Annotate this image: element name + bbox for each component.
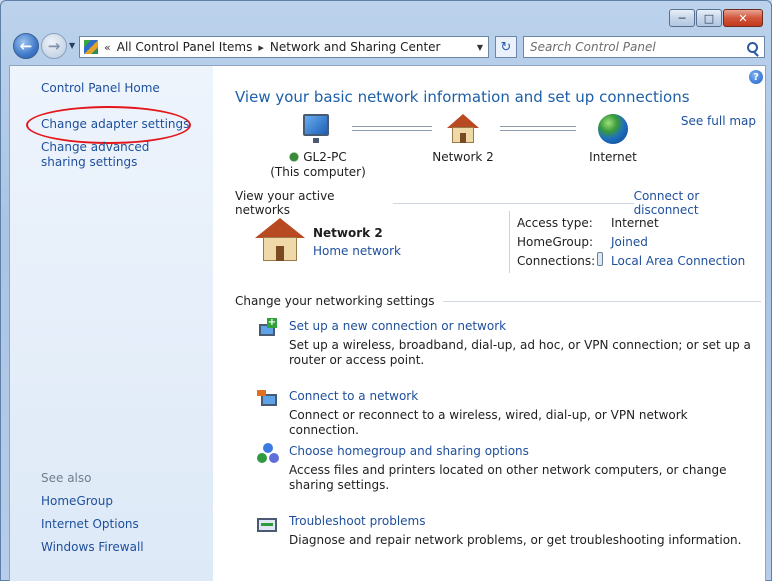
page-title: View your basic network information and … xyxy=(235,88,690,106)
sidebar: Control Panel Home Change adapter settin… xyxy=(10,66,213,581)
homegroup-icon xyxy=(257,443,279,465)
computer-subtitle: (This computer) xyxy=(270,165,366,179)
vertical-divider xyxy=(509,211,510,273)
breadcrumb-network-and-sharing-center[interactable]: Network and Sharing Center xyxy=(270,40,441,54)
house-icon xyxy=(447,114,481,144)
globe-icon xyxy=(598,114,628,144)
network-node-label: Network 2 xyxy=(432,150,494,164)
caption-buttons: ─ □ ✕ xyxy=(669,9,763,27)
breadcrumb-all-control-panel-items[interactable]: All Control Panel Items xyxy=(117,40,253,54)
help-icon[interactable]: ? xyxy=(749,70,763,84)
map-connector-line xyxy=(352,126,432,131)
see-also-label: See also xyxy=(41,471,92,485)
internet-options-link[interactable]: Internet Options xyxy=(41,517,139,532)
connect-network-icon xyxy=(257,388,279,410)
computer-icon xyxy=(303,114,329,136)
breadcrumb-overflow[interactable]: « xyxy=(104,41,111,54)
new-connection-icon: + xyxy=(257,318,279,340)
set-up-connection-description: Set up a wireless, broadband, dial-up, a… xyxy=(289,338,751,367)
computer-name: GL2-PC xyxy=(289,150,347,165)
computer-label-block: GL2-PC (This computer) xyxy=(263,150,373,180)
address-bar[interactable]: « All Control Panel Items ▸ Network and … xyxy=(79,36,489,58)
minimize-button[interactable]: ─ xyxy=(669,9,695,27)
troubleshoot-link[interactable]: Troubleshoot problems xyxy=(289,514,425,528)
homegroup-sharing-link[interactable]: Choose homegroup and sharing options xyxy=(289,444,529,458)
search-box xyxy=(523,36,765,58)
search-icon[interactable] xyxy=(747,41,758,53)
local-area-connection-link[interactable]: Local Area Connection xyxy=(611,254,745,268)
refresh-button[interactable]: ↻ xyxy=(495,36,517,58)
address-dropdown-icon[interactable]: ▼ xyxy=(472,43,488,52)
connect-to-network-link[interactable]: Connect to a network xyxy=(289,389,418,403)
content-area: Control Panel Home Change adapter settin… xyxy=(9,65,766,581)
connect-or-disconnect-link[interactable]: Connect or disconnect xyxy=(634,189,761,217)
ethernet-icon xyxy=(597,252,603,266)
change-adapter-settings-link[interactable]: Change adapter settings xyxy=(41,117,189,132)
access-type-label: Access type: xyxy=(517,216,593,230)
divider xyxy=(393,202,634,204)
homegroup-joined-link[interactable]: Joined xyxy=(611,235,648,249)
home-network-icon xyxy=(255,218,305,262)
search-input[interactable] xyxy=(530,40,730,54)
close-button[interactable]: ✕ xyxy=(723,9,763,27)
maximize-button[interactable]: □ xyxy=(696,9,722,27)
see-full-map-link[interactable]: See full map xyxy=(681,114,756,128)
windows-firewall-link[interactable]: Windows Firewall xyxy=(41,540,144,555)
troubleshoot-description: Diagnose and repair network problems, or… xyxy=(289,533,742,547)
back-button[interactable]: ← xyxy=(13,33,39,59)
computer-stand xyxy=(313,138,319,143)
forward-button[interactable]: → xyxy=(41,33,67,59)
active-networks-header: View your active networks Connect or dis… xyxy=(235,189,761,217)
main-panel: ? View your basic network information an… xyxy=(213,66,765,581)
map-connector-line xyxy=(500,126,576,131)
connections-label: Connections: xyxy=(517,254,596,268)
set-up-connection-link[interactable]: Set up a new connection or network xyxy=(289,319,506,333)
recent-pages-dropdown-icon[interactable]: ▼ xyxy=(69,41,75,50)
connect-to-network-description: Connect or reconnect to a wireless, wire… xyxy=(289,408,688,437)
map-network-node[interactable]: Network 2 xyxy=(423,114,503,174)
access-type-value: Internet xyxy=(611,216,659,230)
breadcrumb-separator-icon[interactable]: ▸ xyxy=(258,41,264,54)
homegroup-link[interactable]: HomeGroup xyxy=(41,494,113,509)
troubleshoot-icon xyxy=(257,514,279,536)
window-frame: ─ □ ✕ ← → ▼ « All Control Panel Items ▸ … xyxy=(0,0,772,581)
map-computer-node[interactable]: GL2-PC (This computer) xyxy=(263,114,373,184)
control-panel-icon xyxy=(84,40,98,54)
navigation-bar: ← → ▼ « All Control Panel Items ▸ Networ… xyxy=(9,33,765,63)
networking-settings-header: Change your networking settings xyxy=(235,294,761,308)
active-networks-label: View your active networks xyxy=(235,189,335,217)
internet-label: Internet xyxy=(589,150,637,164)
networking-settings-label: Change your networking settings xyxy=(235,294,435,308)
divider xyxy=(442,300,761,302)
change-advanced-sharing-settings-link[interactable]: Change advanced sharing settings xyxy=(41,140,191,170)
homegroup-sharing-description: Access files and printers located on oth… xyxy=(289,463,727,492)
homegroup-label: HomeGroup: xyxy=(517,235,594,249)
network-type-link[interactable]: Home network xyxy=(313,244,401,258)
control-panel-home-link[interactable]: Control Panel Home xyxy=(41,81,160,96)
active-network-name: Network 2 xyxy=(313,226,383,240)
map-internet-node[interactable]: Internet xyxy=(573,114,653,174)
